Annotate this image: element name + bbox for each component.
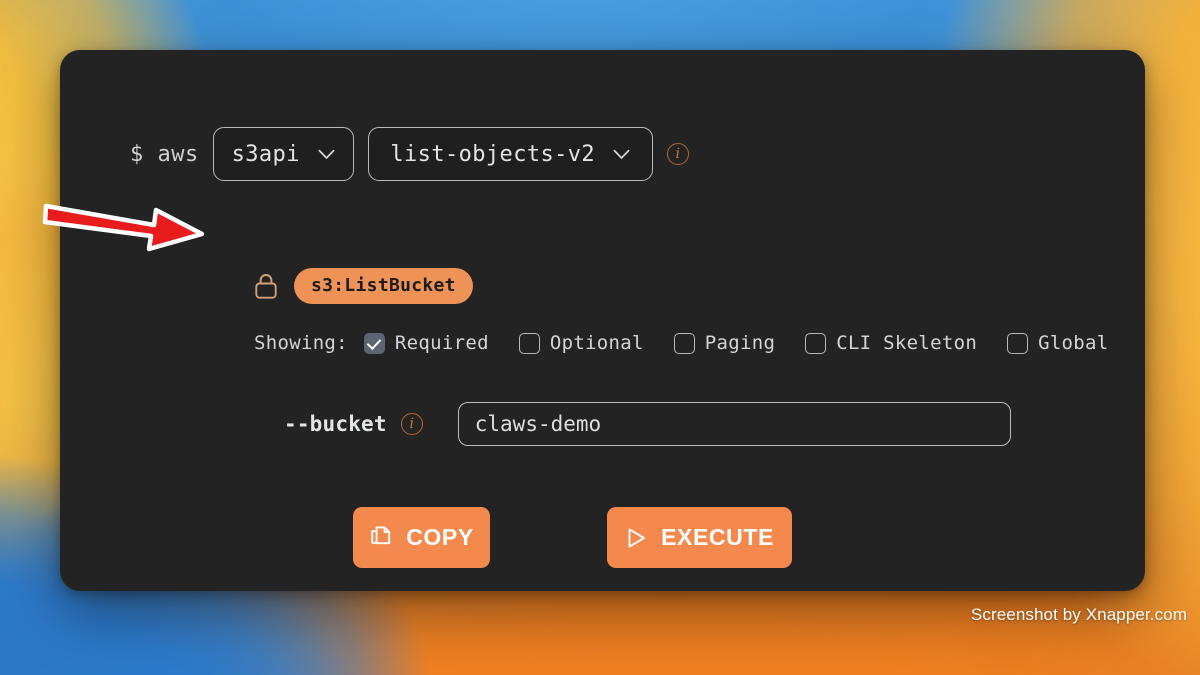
- filter-paging-label: Paging: [704, 332, 776, 354]
- filter-optional-label: Optional: [549, 332, 644, 354]
- cli-builder-panel: $ aws s3api list-objects-v2 i s3:ListBuc…: [60, 50, 1145, 591]
- filter-required[interactable]: Required: [363, 332, 489, 354]
- parameter-row-bucket: --bucket i: [284, 402, 1011, 446]
- copy-button-label: COPY: [406, 524, 474, 550]
- parameter-name-bucket: --bucket: [284, 412, 387, 436]
- shell-prompt: $ aws: [130, 141, 199, 167]
- operation-select[interactable]: list-objects-v2: [367, 127, 653, 181]
- service-select-value: s3api: [231, 141, 300, 167]
- copy-icon: [371, 526, 391, 545]
- xnapper-watermark: Screenshot by Xnapper.com: [970, 605, 1187, 624]
- filter-paging[interactable]: Paging: [673, 332, 776, 354]
- checkbox-optional[interactable]: [518, 332, 540, 354]
- operation-select-value: list-objects-v2: [390, 141, 596, 167]
- parameter-info-icon[interactable]: i: [400, 413, 423, 435]
- chevron-down-icon: [613, 149, 630, 159]
- lock-icon: [255, 274, 277, 299]
- filter-optional[interactable]: Optional: [518, 332, 644, 354]
- filter-global[interactable]: Global: [1007, 332, 1108, 354]
- command-info-icon[interactable]: i: [666, 143, 689, 165]
- permission-badge: s3:ListBucket: [294, 268, 473, 304]
- showing-label: Showing:: [254, 332, 348, 354]
- filter-global-label: Global: [1038, 332, 1109, 354]
- execute-button-label: EXECUTE: [661, 524, 774, 550]
- filter-required-label: Required: [394, 332, 489, 354]
- permission-row: s3:ListBucket: [255, 268, 473, 304]
- execute-button[interactable]: EXECUTE: [607, 507, 792, 568]
- checkbox-global[interactable]: [1007, 332, 1029, 354]
- service-select[interactable]: s3api: [212, 127, 354, 181]
- bucket-input[interactable]: [457, 402, 1011, 446]
- play-icon: [628, 527, 646, 548]
- filter-cli-skeleton[interactable]: CLI Skeleton: [805, 332, 977, 354]
- filter-cli-skeleton-label: CLI Skeleton: [836, 332, 978, 354]
- action-buttons-row: COPY EXECUTE: [353, 507, 792, 568]
- checkbox-paging[interactable]: [673, 332, 695, 354]
- chevron-down-icon: [318, 149, 335, 159]
- showing-filters-row: Showing: Required Optional Paging CLI Sk…: [254, 332, 1109, 354]
- checkbox-required[interactable]: [363, 332, 385, 354]
- checkbox-cli-skeleton[interactable]: [805, 332, 827, 354]
- command-row: $ aws s3api list-objects-v2 i: [130, 127, 689, 181]
- copy-button[interactable]: COPY: [353, 507, 490, 568]
